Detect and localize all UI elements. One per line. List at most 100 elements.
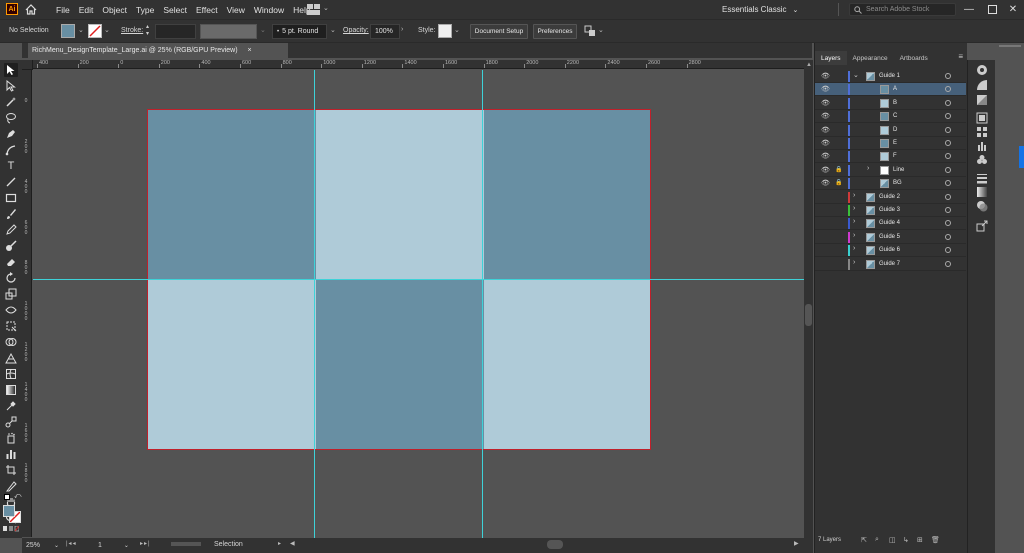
paintbrush-tool-icon[interactable] [4,207,18,221]
panel-menu-icon[interactable]: ≡ [958,52,963,61]
direct-selection-tool-icon[interactable] [4,79,18,93]
target-circle-icon[interactable] [945,126,951,133]
layer-row[interactable]: 👁 D [815,124,966,137]
menu-select[interactable]: Select [163,5,187,15]
brush-chevron-down-icon[interactable]: ⌄ [330,26,336,34]
libraries-icon[interactable] [975,112,989,124]
tab-artboards[interactable]: Artboards [894,51,934,65]
target-circle-icon[interactable] [945,207,951,213]
chevron-right-icon[interactable]: › [853,205,855,212]
zoom-dropdown[interactable]: 25% ⌄ [26,539,66,551]
status-menu-arrow-icon[interactable]: ▸ [278,540,281,547]
eraser-tool-icon[interactable] [4,255,18,269]
tab-appearance[interactable]: Appearance [847,51,894,65]
width-tool-icon[interactable] [4,303,18,317]
canvas-area[interactable] [33,70,804,538]
vertical-ruler[interactable]: 0 2 0 0 4 0 0 6 0 0 8 0 0 1 0 0 0 1 2 0 0 1 4 0… [22,69,32,537]
menu-effect[interactable]: Effect [196,5,218,15]
menu-object[interactable]: Object [102,5,127,15]
default-colors-icon[interactable] [4,494,10,500]
mesh-tool-icon[interactable] [4,367,18,381]
free-transform-tool-icon[interactable] [4,319,18,333]
stroke-weight-input[interactable] [155,24,196,39]
fill-color-swatch[interactable] [61,24,75,38]
curvature-tool-icon[interactable] [4,143,18,157]
type-tool-icon[interactable]: T [4,159,18,173]
symbol-sprayer-tool-icon[interactable] [4,431,18,445]
first-artboard-icon[interactable]: |◂◂ [66,540,77,547]
workspace-switcher[interactable]: Essentials Classic ⌄ [722,2,798,17]
collect-for-export-icon[interactable]: ⇱ [861,536,867,544]
color-mode-icons[interactable] [3,526,19,532]
target-circle-icon[interactable] [945,99,951,106]
target-circle-icon[interactable] [945,166,951,173]
target-circle-icon[interactable] [945,247,951,254]
eye-icon[interactable]: 👁 [821,99,830,107]
chevron-right-icon[interactable]: › [867,165,869,172]
stroke-panel-icon[interactable] [975,172,989,184]
color-guide-icon[interactable] [975,64,989,76]
eye-icon[interactable]: 👁 [821,152,830,160]
brushes-icon[interactable] [975,140,989,152]
cell-f[interactable] [484,280,650,449]
arrange-documents-chevron-down-icon[interactable]: ⌄ [323,4,329,12]
symbols-icon[interactable] [975,154,989,166]
eye-icon[interactable]: 👁 [821,139,830,147]
fill-color-indicator[interactable] [3,505,15,517]
profile-chevron-down-icon[interactable]: ⌄ [260,26,266,34]
document-tab[interactable]: RichMenu_DesignTemplate_Large.ai @ 25% (… [28,43,288,58]
rotate-tool-icon[interactable] [4,271,18,285]
scroll-right-icon[interactable]: ▶ [794,540,799,547]
horizontal-scroll-thumb[interactable] [547,540,563,549]
layer-row[interactable]: 👁 C [815,110,966,124]
chevron-right-icon[interactable]: › [853,218,855,225]
variable-width-profile-dropdown[interactable] [200,24,257,39]
locate-object-icon[interactable]: ⌕ [875,536,879,544]
make-clipping-mask-icon[interactable]: ◫ [889,536,896,544]
vertical-scroll-thumb[interactable] [805,304,812,326]
target-circle-icon[interactable] [945,140,951,146]
delete-layer-icon[interactable]: 🗑 [931,536,940,544]
layer-row[interactable]: 👁 🔒 BG [815,177,966,191]
layer-row[interactable]: › Guide 6 [815,244,966,258]
column-graph-tool-icon[interactable] [4,447,18,461]
opacity-input[interactable]: 100% [370,24,400,39]
preferences-button[interactable]: Preferences [533,24,577,39]
scroll-left-icon[interactable]: ◀ [290,540,295,547]
selection-tool-icon[interactable] [4,63,18,77]
chevron-right-icon[interactable]: › [853,232,855,239]
stock-search-input[interactable]: Search Adobe Stock [849,3,956,16]
layer-row[interactable]: › Guide 4 [815,217,966,231]
chevron-right-icon[interactable]: › [853,192,855,199]
ruler-origin[interactable] [22,60,33,70]
eye-icon[interactable]: 👁 [821,166,830,174]
eyedropper-tool-icon[interactable] [4,399,18,413]
status-info-field[interactable] [171,542,201,546]
graphic-style-swatch[interactable] [438,24,452,38]
create-sublayer-icon[interactable]: ↳ [903,536,909,544]
lock-icon[interactable]: 🔒 [835,166,842,173]
layer-row[interactable]: 👁 🔒 › Line [815,164,966,177]
minimize-icon[interactable]: — [961,1,977,17]
menu-edit[interactable]: Edit [79,5,94,15]
pen-tool-icon[interactable] [4,127,18,141]
tab-layers[interactable]: Layers [815,51,847,65]
close-tab-icon[interactable]: × [248,47,252,54]
target-circle-icon[interactable] [945,153,951,160]
close-window-icon[interactable]: ✕ [1005,1,1021,17]
home-icon[interactable] [24,3,38,16]
lock-icon[interactable]: 🔒 [835,179,842,186]
line-segment-tool-icon[interactable] [4,175,18,189]
layer-row[interactable]: 👁 A [815,83,966,97]
cell-b[interactable] [316,110,484,280]
chevron-right-icon[interactable]: › [853,259,855,266]
cell-c[interactable] [484,110,650,280]
artboard-number-dropdown[interactable]: 1 ⌄ [98,539,138,551]
arrange-icon[interactable] [584,25,596,37]
target-circle-icon[interactable] [945,180,951,187]
new-layer-icon[interactable]: ⊞ [917,536,923,544]
stroke-color-swatch[interactable] [88,24,102,38]
chevron-right-icon[interactable]: › [853,245,855,252]
eye-icon[interactable]: 👁 [821,126,830,134]
menu-file[interactable]: File [56,5,70,15]
